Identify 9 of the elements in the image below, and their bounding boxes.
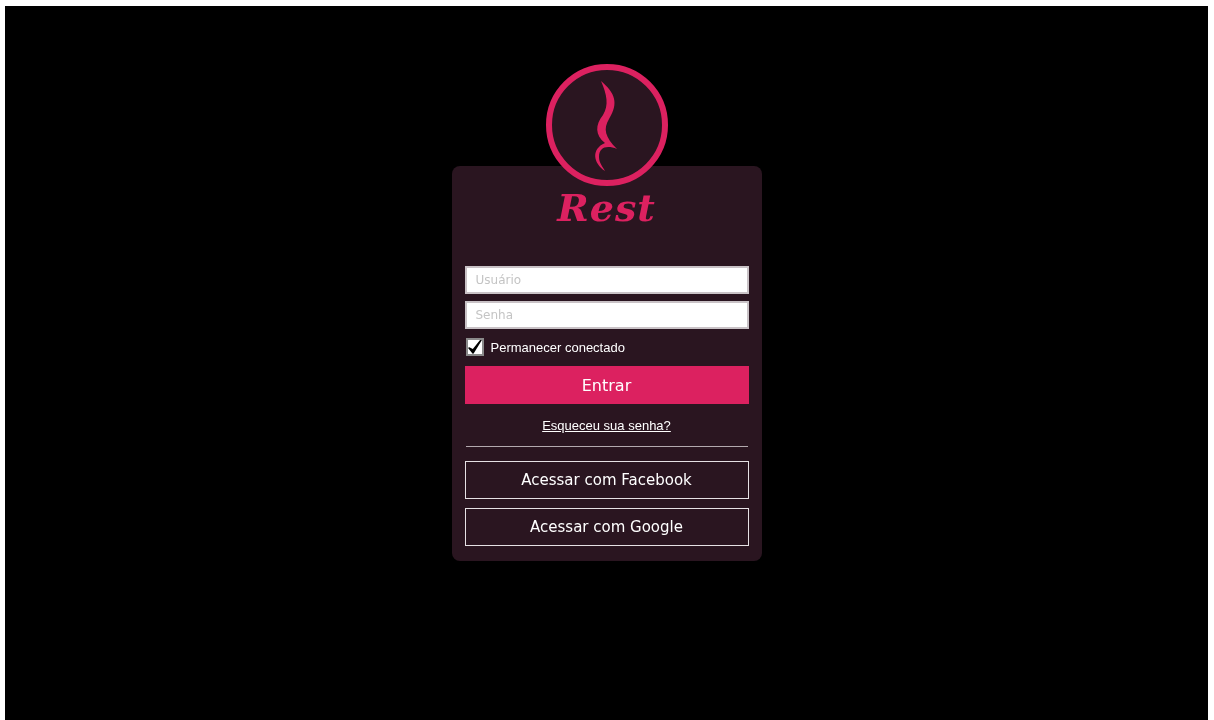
username-field[interactable]: Usuário <box>464 266 749 294</box>
checkbox[interactable] <box>465 338 484 356</box>
logo-text: Rest <box>557 186 656 230</box>
password-field[interactable]: Senha <box>464 301 749 329</box>
login-button[interactable]: Entrar <box>464 366 749 404</box>
social-login-button[interactable]: Acessar com Facebook <box>464 461 749 499</box>
social-login-button[interactable]: Acessar com Google <box>464 508 749 546</box>
forgot-password-link[interactable]: Esqueceu sua senha? <box>542 418 671 433</box>
checkbox-label: Permanecer conectado <box>490 339 625 355</box>
